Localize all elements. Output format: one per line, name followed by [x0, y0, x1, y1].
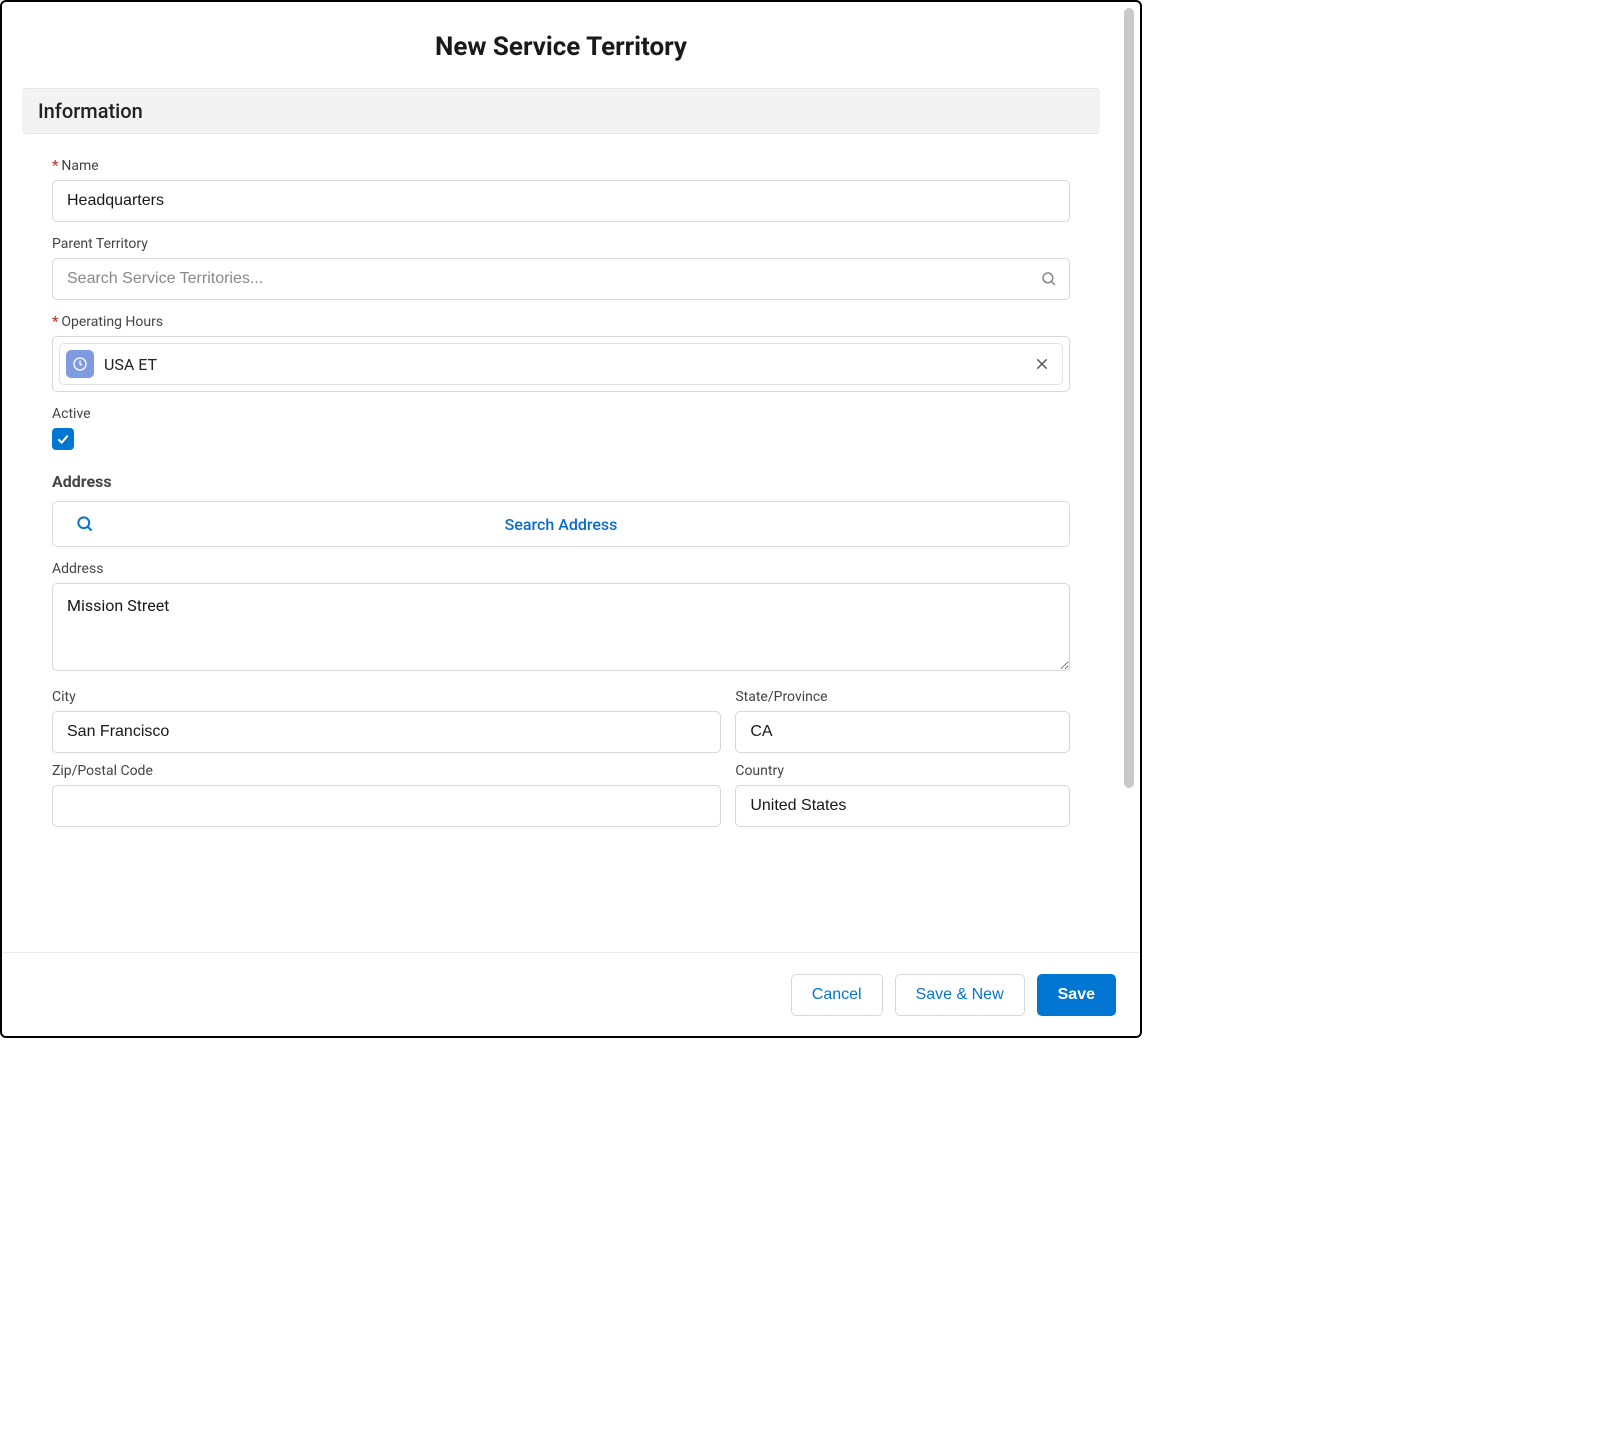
- label-parent-territory: Parent Territory: [52, 236, 1070, 252]
- parent-territory-lookup: [52, 258, 1070, 300]
- label-state: State/Province: [735, 689, 1070, 705]
- close-icon[interactable]: [1032, 354, 1052, 374]
- label-address: Address: [52, 561, 1070, 577]
- zip-input[interactable]: [52, 785, 721, 827]
- modal-footer: Cancel Save & New Save: [2, 952, 1140, 1036]
- form-area: * Name Parent Territory: [2, 134, 1120, 827]
- country-input[interactable]: [735, 785, 1070, 827]
- field-country: Country: [735, 763, 1070, 827]
- row-city-state: City State/Province: [52, 689, 1070, 753]
- scrollbar[interactable]: [1124, 8, 1134, 788]
- row-zip-country: Zip/Postal Code Country: [52, 763, 1070, 827]
- label-country: Country: [735, 763, 1070, 779]
- name-input[interactable]: [52, 180, 1070, 222]
- modal-dialog: New Service Territory Information * Name…: [0, 0, 1142, 1038]
- field-address: Address: [52, 561, 1070, 675]
- search-address-button[interactable]: Search Address: [52, 501, 1070, 547]
- clock-icon: [66, 350, 94, 378]
- state-input[interactable]: [735, 711, 1070, 753]
- label-operating-hours-text: Operating Hours: [61, 314, 163, 330]
- search-icon: [75, 514, 95, 534]
- address-heading: Address: [52, 472, 1070, 491]
- operating-hours-pillbox[interactable]: USA ET: [52, 336, 1070, 392]
- address-textarea[interactable]: [52, 583, 1070, 671]
- save-button[interactable]: Save: [1037, 974, 1116, 1016]
- label-operating-hours: * Operating Hours: [52, 314, 1070, 330]
- field-parent-territory: Parent Territory: [52, 236, 1070, 300]
- field-zip: Zip/Postal Code: [52, 763, 721, 827]
- parent-territory-input[interactable]: [52, 258, 1070, 300]
- operating-hours-value: USA ET: [104, 355, 1032, 374]
- label-name-text: Name: [61, 158, 98, 174]
- required-indicator: *: [52, 314, 58, 330]
- save-and-new-button[interactable]: Save & New: [895, 974, 1025, 1016]
- label-zip: Zip/Postal Code: [52, 763, 721, 779]
- label-name: * Name: [52, 158, 1070, 174]
- required-indicator: *: [52, 158, 58, 174]
- modal-title: New Service Territory: [2, 2, 1120, 88]
- section-information: Information: [22, 88, 1100, 134]
- search-address-label: Search Address: [53, 515, 1069, 534]
- city-input[interactable]: [52, 711, 721, 753]
- label-city: City: [52, 689, 721, 705]
- modal-content: New Service Territory Information * Name…: [2, 2, 1120, 952]
- search-icon: [1040, 270, 1058, 288]
- cancel-button[interactable]: Cancel: [791, 974, 883, 1016]
- field-state: State/Province: [735, 689, 1070, 753]
- operating-hours-pill: USA ET: [59, 343, 1063, 385]
- label-active: Active: [52, 406, 1070, 422]
- field-name: * Name: [52, 158, 1070, 222]
- field-active: Active: [52, 406, 1070, 450]
- active-checkbox[interactable]: [52, 428, 74, 450]
- field-operating-hours: * Operating Hours USA ET: [52, 314, 1070, 392]
- field-city: City: [52, 689, 721, 753]
